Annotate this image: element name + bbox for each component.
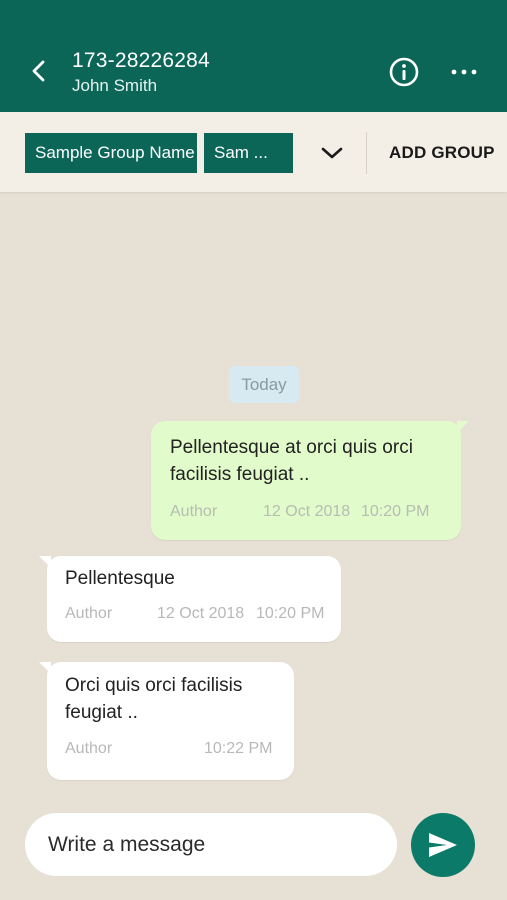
- message-time: 10:22 PM: [204, 740, 273, 757]
- message-composer: [25, 813, 397, 876]
- send-button[interactable]: [411, 813, 475, 877]
- message-date: 12 Oct 2018: [263, 503, 351, 520]
- message-date: 12 Oct 2018: [157, 605, 245, 622]
- info-button[interactable]: [386, 54, 422, 90]
- message-author: Author: [65, 605, 113, 622]
- bubble-tail: [39, 662, 51, 674]
- bubble-tail: [39, 556, 51, 568]
- date-separator: Today: [229, 366, 299, 403]
- message-text: Pellentesque at orci quis orci facilisis…: [170, 437, 413, 485]
- message-time: 10:20 PM: [256, 605, 325, 622]
- incoming-message-bubble[interactable]: Pellentesque Author 12 Oct 2018 10:20 PM: [39, 556, 341, 642]
- contact-title[interactable]: 173-28226284 John Smith: [72, 48, 210, 97]
- message-author: Author: [65, 740, 113, 757]
- message-text: Pellentesque: [65, 568, 175, 589]
- message-text: Orci quis orci facilisis feugiat ..: [65, 675, 243, 723]
- bubble-tail: [457, 421, 469, 433]
- back-button[interactable]: [22, 54, 56, 88]
- info-circle-icon: [389, 57, 419, 87]
- more-options-button[interactable]: [446, 58, 482, 86]
- contact-phone-number: 173-28226284: [72, 49, 210, 72]
- contact-name: John Smith: [72, 76, 158, 95]
- chevron-down-icon: [321, 147, 343, 159]
- message-time: 10:20 PM: [361, 503, 430, 520]
- chevron-left-icon: [32, 60, 45, 82]
- add-group-button[interactable]: ADD GROUP: [389, 133, 495, 173]
- message-input[interactable]: [48, 832, 378, 857]
- more-horizontal-icon: [451, 69, 477, 75]
- outgoing-message-bubble[interactable]: Pellentesque at orci quis orci facilisis…: [151, 421, 469, 540]
- send-icon: [429, 833, 457, 857]
- app-header: 173-28226284 John Smith: [0, 0, 507, 112]
- group-chip[interactable]: Sample Group Name: [25, 133, 197, 173]
- group-dropdown-button[interactable]: [314, 133, 350, 173]
- incoming-message-bubble[interactable]: Orci quis orci facilisis feugiat .. Auth…: [39, 662, 294, 780]
- group-chip[interactable]: Sam ...: [204, 133, 293, 173]
- group-bar: Sample Group Name Sam ... ADD GROUP: [0, 112, 507, 192]
- divider: [366, 132, 367, 174]
- message-author: Author: [170, 503, 218, 520]
